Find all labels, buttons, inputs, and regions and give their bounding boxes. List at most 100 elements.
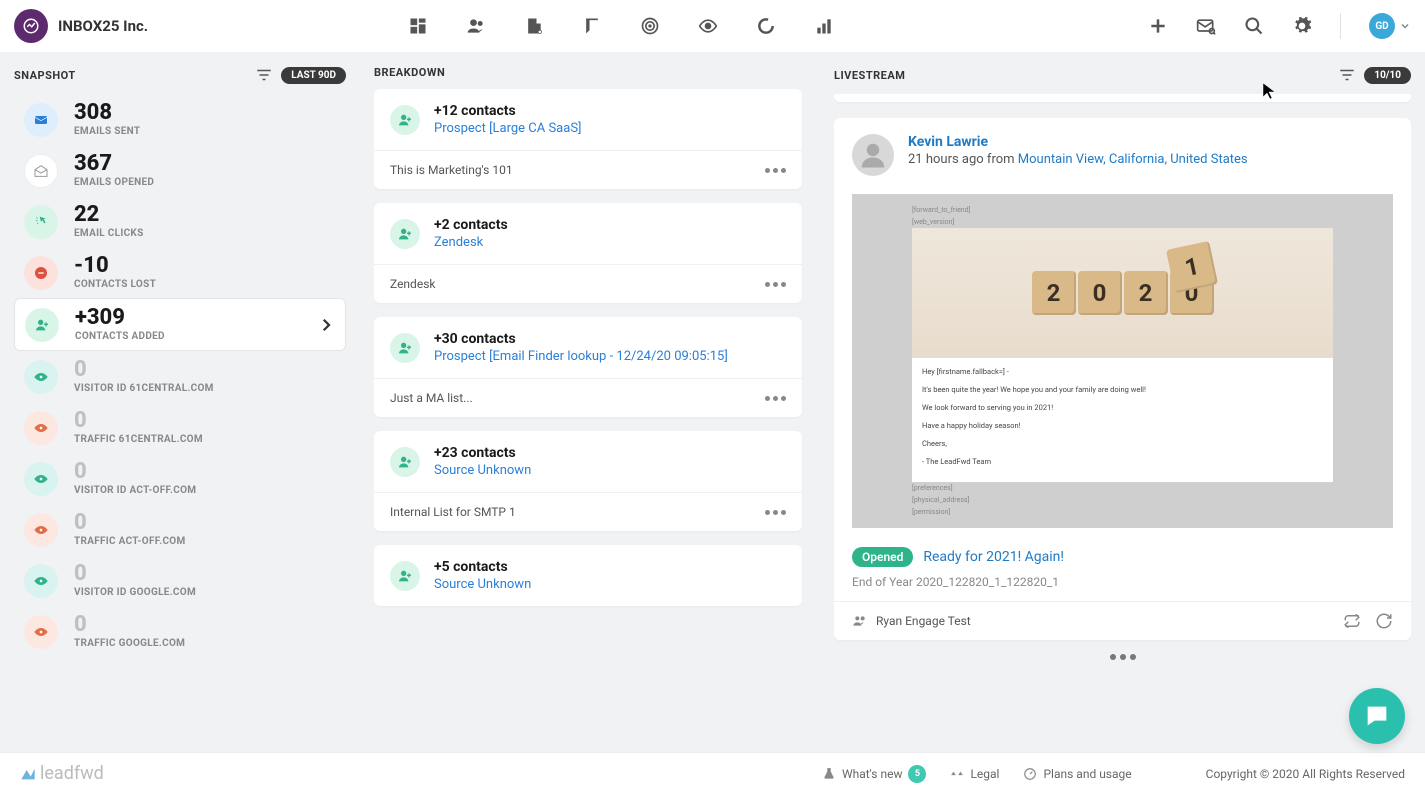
breakdown-title: BREAKDOWN [374,66,445,79]
breakdown-card: +2 contacts Zendesk Zendesk [374,203,802,303]
snapshot-label: TRAFFIC 61CENTRAL.COM [74,434,336,445]
breakdown-card-title: +5 contacts [434,559,531,575]
main-nav [408,16,834,36]
snapshot-item[interactable]: 0 TRAFFIC 61CENTRAL.COM [14,402,346,453]
gear-icon[interactable] [1292,16,1312,36]
company-name: INBOX25 Inc. [58,17,148,35]
breakdown-panel: BREAKDOWN +12 contacts Prospect [Large C… [360,52,820,752]
eye-icon [24,564,58,598]
breakdown-note: Just a MA list... [390,391,473,405]
loading-icon[interactable] [756,16,776,36]
breakdown-card-header[interactable]: +5 contacts Source Unknown [374,545,802,606]
location-link[interactable]: Mountain View, California, United States [1018,152,1248,167]
target-icon[interactable] [640,16,660,36]
legal-link[interactable]: Legal [950,767,999,781]
breakdown-note: This is Marketing's 101 [390,163,513,177]
repeat-icon[interactable] [1343,612,1361,630]
status-badge: Opened [852,547,913,567]
snapshot-value: 0 [74,359,336,381]
eye-icon [24,513,58,547]
filter-icon[interactable] [255,66,273,84]
breakdown-card-header[interactable]: +2 contacts Zendesk [374,203,802,264]
contact-name[interactable]: Kevin Lawrie [908,134,1248,150]
breakdown-card: +23 contacts Source Unknown Internal Lis… [374,431,802,531]
snapshot-label: TRAFFIC GOOGLE.COM [74,638,336,649]
campaigns-icon[interactable] [582,16,602,36]
email-hero-image: 2 0 2 1 0 [912,228,1333,358]
snapshot-item[interactable]: 308 EMAILS SENT [14,94,346,145]
breakdown-card: +30 contacts Prospect [Email Finder look… [374,317,802,417]
eye-icon[interactable] [698,16,718,36]
refresh-icon[interactable] [1375,612,1393,630]
snapshot-item[interactable]: 0 TRAFFIC ACT-OFF.COM [14,504,346,555]
breakdown-card-header[interactable]: +23 contacts Source Unknown [374,431,802,492]
user-avatar: GD [1369,13,1395,39]
more-dots-icon[interactable] [765,510,786,515]
snapshot-value: 0 [74,461,336,483]
livestream-count-pill: 10/10 [1364,67,1411,84]
add-icon[interactable] [1148,16,1168,36]
contacts-icon[interactable] [466,16,486,36]
email-body-text: Hey [firstname.fallback=] -It's been qui… [912,358,1333,482]
breakdown-card-link[interactable]: Prospect [Large CA SaaS] [434,121,582,136]
snapshot-label: EMAIL CLICKS [74,228,336,239]
snapshot-item[interactable]: 367 EMAILS OPENED [14,145,346,196]
snapshot-item[interactable]: 0 VISITOR ID ACT-OFF.COM [14,453,346,504]
snapshot-item[interactable]: 0 TRAFFIC GOOGLE.COM [14,606,346,657]
app-footer: leadfwd What's new 5 Legal Plans and usa… [0,752,1425,794]
breakdown-card-header[interactable]: +12 contacts Prospect [Large CA SaaS] [374,89,802,150]
snapshot-item[interactable]: 0 VISITOR ID 61CENTRAL.COM [14,351,346,402]
snapshot-title: SNAPSHOT [14,69,76,82]
contacts-icon [390,333,420,363]
email-subject-link[interactable]: Ready for 2021! Again! [923,549,1064,565]
footer-user: Ryan Engage Test [876,614,971,628]
chat-button[interactable] [1349,688,1405,744]
contact-avatar[interactable] [852,134,894,176]
breakdown-card: +5 contacts Source Unknown [374,545,802,606]
breakdown-card-link[interactable]: Zendesk [434,235,508,250]
footer-logo[interactable]: leadfwd [20,763,104,784]
more-dots-icon[interactable] [765,396,786,401]
user-menu[interactable]: GD [1369,13,1411,39]
breakdown-card-link[interactable]: Source Unknown [434,577,531,592]
companies-icon[interactable] [524,16,544,36]
breakdown-card-title: +30 contacts [434,331,728,347]
snapshot-item[interactable]: 22 EMAIL CLICKS [14,196,346,247]
snapshot-label: TRAFFIC ACT-OFF.COM [74,536,336,547]
dashboard-icon[interactable] [408,16,428,36]
livestream-panel: LIVESTREAM 10/10 Kevin Lawrie 21 hours a… [820,52,1425,752]
snapshot-item[interactable]: +309 CONTACTS ADDED [14,298,346,351]
snapshot-label: VISITOR ID ACT-OFF.COM [74,485,336,496]
chevron-down-icon [1399,20,1411,32]
breakdown-card-link[interactable]: Source Unknown [434,463,531,478]
search-icon[interactable] [1244,16,1264,36]
load-more-dots[interactable] [834,654,1411,660]
contacts-icon [390,561,420,591]
snapshot-item[interactable]: -10 CONTACTS LOST [14,247,346,298]
date-range-pill[interactable]: LAST 90D [281,67,346,84]
analytics-icon[interactable] [814,16,834,36]
plans-link[interactable]: Plans and usage [1023,767,1131,781]
snapshot-value: 0 [74,512,336,534]
beaker-icon [822,767,836,781]
snapshot-item[interactable]: 0 VISITOR ID GOOGLE.COM [14,555,346,606]
more-dots-icon[interactable] [765,282,786,287]
breakdown-card-header[interactable]: +30 contacts Prospect [Email Finder look… [374,317,802,378]
more-dots-icon[interactable] [765,168,786,173]
campaign-id: End of Year 2020_122820_1_122820_1 [834,575,1411,601]
filter-icon[interactable] [1338,66,1356,84]
scale-icon [950,767,964,781]
brand-logo[interactable] [14,9,48,43]
snapshot-panel: SNAPSHOT LAST 90D 308 EMAILS SENT 367 EM… [0,52,360,752]
whats-new-link[interactable]: What's new 5 [822,765,927,783]
eye-icon [24,462,58,496]
snapshot-label: EMAILS SENT [74,126,336,137]
breakdown-note: Internal List for SMTP 1 [390,505,516,519]
open-icon [24,154,58,188]
email-preview[interactable]: [forward_to_friend] [web_version] 2 0 2 … [852,194,1393,528]
mail-search-icon[interactable] [1196,16,1216,36]
livestream-title: LIVESTREAM [834,69,905,82]
breakdown-card-link[interactable]: Prospect [Email Finder lookup - 12/24/20… [434,349,728,364]
copyright-text: Copyright © 2020 All Rights Reserved [1206,767,1405,781]
eye-icon [24,360,58,394]
